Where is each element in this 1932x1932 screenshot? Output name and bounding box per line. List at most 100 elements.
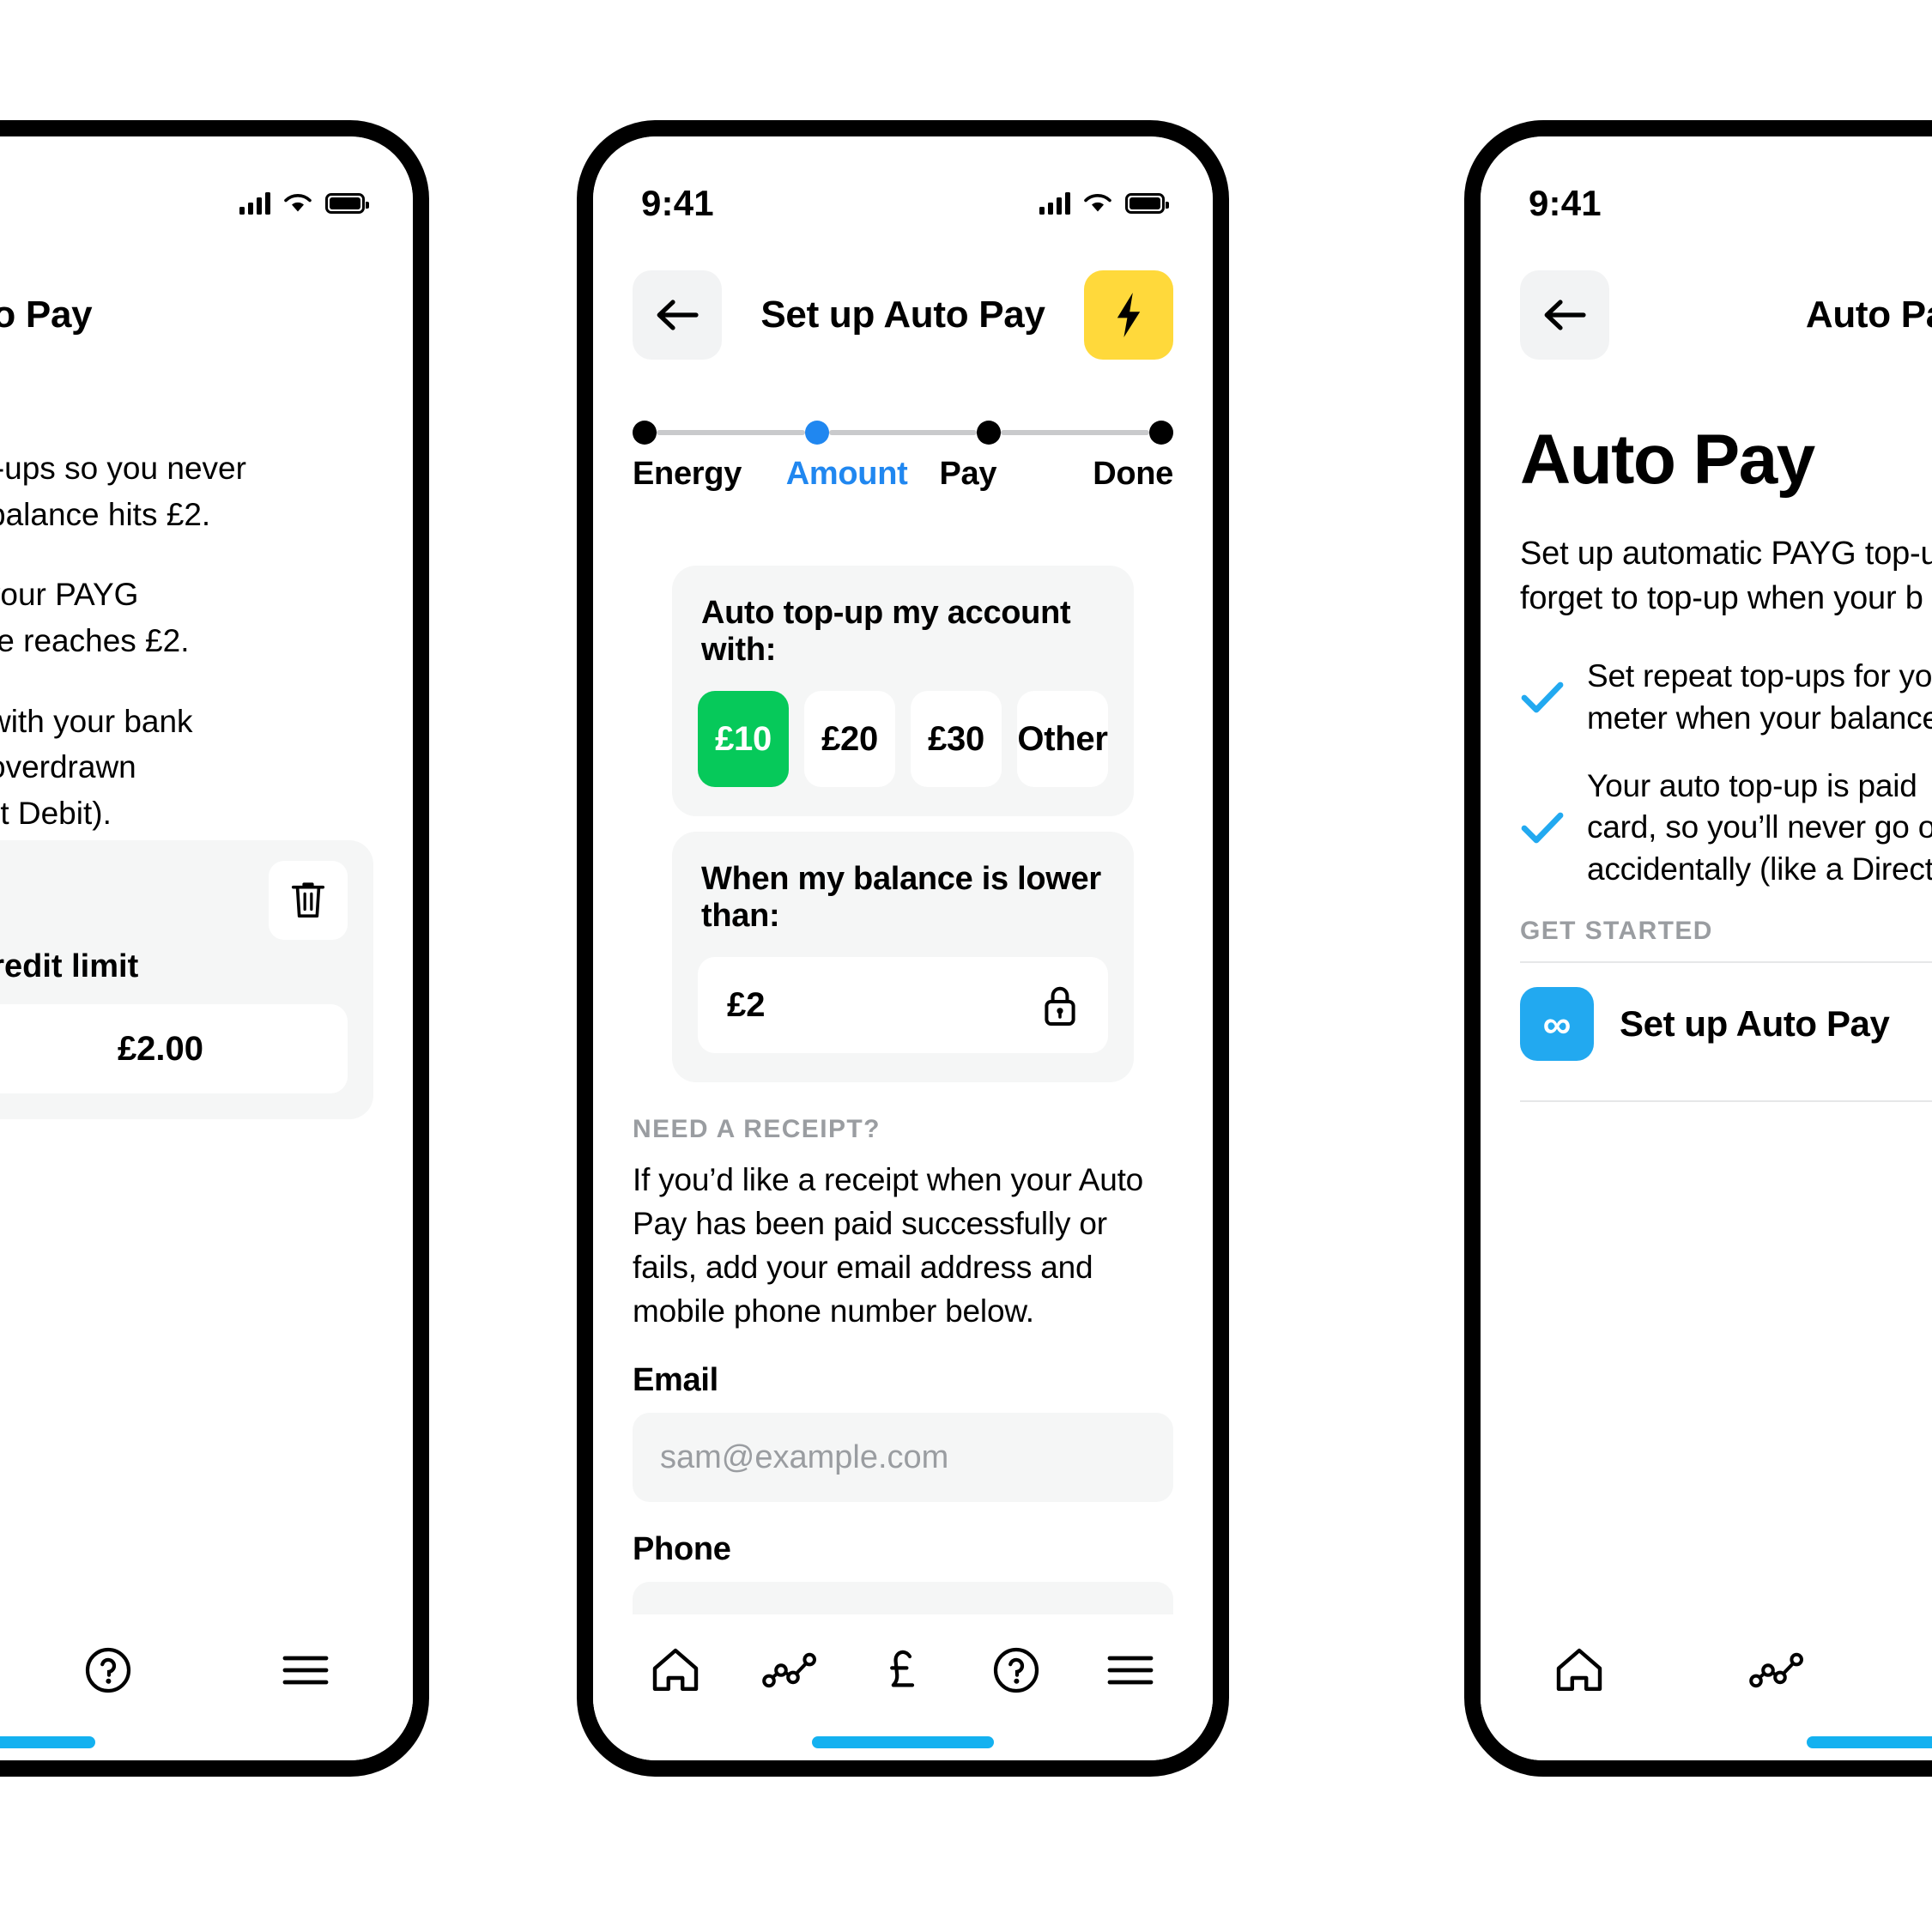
topup-amount-card: Auto top-up my account with: £10 £20 £30… bbox=[672, 566, 1134, 816]
left-body: c PAYG top-ups so you never when your ba… bbox=[0, 445, 413, 836]
trash-icon bbox=[291, 882, 325, 918]
benefit-text-2: Your auto top-up is paid card, so you’ll… bbox=[1587, 767, 1932, 887]
progress-stepper: Energy Amount Pay Done bbox=[633, 420, 1173, 493]
threshold-card: When my balance is lower than: £2 bbox=[672, 832, 1134, 1082]
left-paragraph-3: -up is paid with your bank ll never go o… bbox=[0, 703, 193, 831]
stepper-dot-energy[interactable] bbox=[633, 421, 657, 445]
status-bar-left: 9:41 bbox=[0, 136, 413, 239]
nav-bar-middle: Set up Auto Pay bbox=[593, 263, 1213, 366]
usage-graph-icon bbox=[1749, 1652, 1804, 1688]
home-indicator-right bbox=[1807, 1736, 1932, 1748]
home-icon bbox=[1556, 1648, 1602, 1691]
amount-option-20[interactable]: £20 bbox=[804, 691, 895, 787]
phone-left-screen: 9:41 Auto Pay c PAYG top-ups so you neve… bbox=[0, 136, 413, 1760]
stepper-track bbox=[633, 420, 1174, 445]
tab-help-middle[interactable] bbox=[969, 1632, 1063, 1709]
home-indicator-left bbox=[0, 1736, 95, 1748]
arrow-left-icon bbox=[1544, 300, 1586, 330]
stepper-dot-done[interactable] bbox=[1149, 421, 1174, 445]
stepper-line-3 bbox=[1001, 430, 1150, 435]
page-title-left: Auto Pay bbox=[0, 294, 93, 336]
battery-icon bbox=[1125, 193, 1169, 214]
threshold-card-title: When my balance is lower than: bbox=[701, 861, 1101, 934]
home-icon bbox=[652, 1648, 699, 1691]
list-item: Set repeat top-ups for yo meter when you… bbox=[1520, 656, 1932, 740]
status-icons-left bbox=[239, 191, 369, 215]
back-button-right[interactable] bbox=[1520, 270, 1609, 360]
benefits-list: Set repeat top-ups for yo meter when you… bbox=[1520, 656, 1932, 891]
divider-bottom bbox=[1520, 1100, 1932, 1103]
check-icon bbox=[1520, 811, 1565, 845]
amount-options: £10 £20 £30 Other bbox=[698, 691, 1108, 787]
tab-pay-right[interactable] bbox=[1927, 1632, 1932, 1709]
pound-icon bbox=[890, 1650, 915, 1687]
status-bar-right: 9:41 bbox=[1481, 136, 1932, 239]
back-button[interactable] bbox=[633, 270, 722, 360]
amount-option-30[interactable]: £30 bbox=[911, 691, 1002, 787]
phone-left: 9:41 Auto Pay c PAYG top-ups so you neve… bbox=[0, 120, 429, 1777]
infinity-icon: ∞ bbox=[1520, 987, 1594, 1062]
tab-home-middle[interactable] bbox=[628, 1632, 723, 1709]
tab-help-left[interactable] bbox=[61, 1632, 155, 1709]
threshold-field[interactable]: £2 bbox=[698, 957, 1108, 1053]
phone-label: Phone bbox=[633, 1531, 731, 1568]
tab-menu-middle[interactable] bbox=[1083, 1632, 1178, 1709]
credit-limit-value[interactable]: £2.00 bbox=[0, 1004, 348, 1093]
stepper-label-pay: Pay bbox=[939, 456, 997, 492]
check-icon bbox=[1520, 681, 1565, 715]
stepper-line-1 bbox=[657, 430, 805, 435]
receipt-section: NEED A RECEIPT? If you’d like a receipt … bbox=[633, 1115, 1173, 1672]
left-paragraph-2: op-ups for your PAYG your balance reache… bbox=[0, 577, 190, 658]
stepper-line-2 bbox=[828, 430, 978, 435]
menu-icon bbox=[282, 1656, 329, 1685]
amount-option-other[interactable]: Other bbox=[1017, 691, 1108, 787]
receipt-paragraph: If you’d like a receipt when your Auto P… bbox=[633, 1162, 1144, 1329]
left-paragraph-1: c PAYG top-ups so you never when your ba… bbox=[0, 451, 246, 532]
status-icons-middle bbox=[1039, 191, 1169, 215]
arrow-left-icon bbox=[657, 300, 699, 330]
row-set-up-auto-pay[interactable]: ∞ Set up Auto Pay bbox=[1520, 963, 1932, 1085]
tab-pay-middle[interactable] bbox=[856, 1632, 950, 1709]
stepper-label-done: Done bbox=[1093, 456, 1174, 492]
stepper-dot-pay[interactable] bbox=[977, 421, 1002, 445]
menu-icon bbox=[1107, 1656, 1154, 1685]
topup-card-title: Auto top-up my account with: bbox=[701, 595, 1071, 668]
phone-middle: 9:41 Set up Auto Pay Energy Amount Pay D… bbox=[577, 120, 1229, 1777]
right-intro: Set up automatic PAYG top-u forget to to… bbox=[1520, 536, 1932, 617]
right-heading: Auto Pay bbox=[1520, 421, 1815, 499]
tab-home-right[interactable] bbox=[1532, 1632, 1626, 1709]
usage-graph-icon bbox=[761, 1652, 816, 1688]
tab-usage-right[interactable] bbox=[1729, 1632, 1824, 1709]
stepper-dot-amount[interactable] bbox=[804, 421, 829, 445]
boost-button[interactable] bbox=[1084, 270, 1173, 360]
page-title-right: Auto Pay bbox=[1805, 294, 1932, 336]
delete-button[interactable] bbox=[269, 861, 348, 940]
receipt-eyebrow: NEED A RECEIPT? bbox=[633, 1115, 881, 1143]
phone-right: 9:41 Auto Pay Auto Pay Set up automatic … bbox=[1464, 120, 1932, 1777]
email-input[interactable]: sam@example.com bbox=[633, 1413, 1173, 1503]
wifi-icon bbox=[1084, 194, 1111, 212]
stepper-label-amount: Amount bbox=[785, 456, 908, 492]
stepper-labels: Energy Amount Pay Done bbox=[633, 456, 1173, 493]
battery-icon bbox=[325, 193, 369, 214]
lock-icon bbox=[1045, 986, 1075, 1026]
tab-menu-left[interactable] bbox=[258, 1632, 353, 1709]
nav-bar-right: Auto Pay bbox=[1481, 263, 1932, 366]
amount-option-10[interactable]: £10 bbox=[698, 691, 789, 787]
credit-limit-row: £2.00 bbox=[0, 1004, 348, 1093]
screenshot-stage: 9:41 Auto Pay c PAYG top-ups so you neve… bbox=[0, 0, 1932, 1932]
help-icon bbox=[85, 1647, 131, 1693]
wifi-icon bbox=[284, 194, 312, 212]
email-label: Email bbox=[633, 1362, 718, 1399]
help-icon bbox=[994, 1647, 1039, 1693]
left-credit-card: Credit limit £2.00 bbox=[0, 840, 373, 1119]
phone-right-screen: 9:41 Auto Pay Auto Pay Set up automatic … bbox=[1481, 136, 1932, 1760]
status-bar-middle: 9:41 bbox=[593, 136, 1213, 239]
home-indicator-middle bbox=[812, 1736, 994, 1748]
status-time-right: 9:41 bbox=[1529, 183, 1602, 223]
threshold-value: £2 bbox=[727, 985, 766, 1024]
list-item: Your auto top-up is paid card, so you’ll… bbox=[1520, 766, 1932, 891]
status-time-middle: 9:41 bbox=[641, 183, 714, 223]
tab-usage-middle[interactable] bbox=[742, 1632, 837, 1709]
signal-icon bbox=[1039, 192, 1070, 215]
